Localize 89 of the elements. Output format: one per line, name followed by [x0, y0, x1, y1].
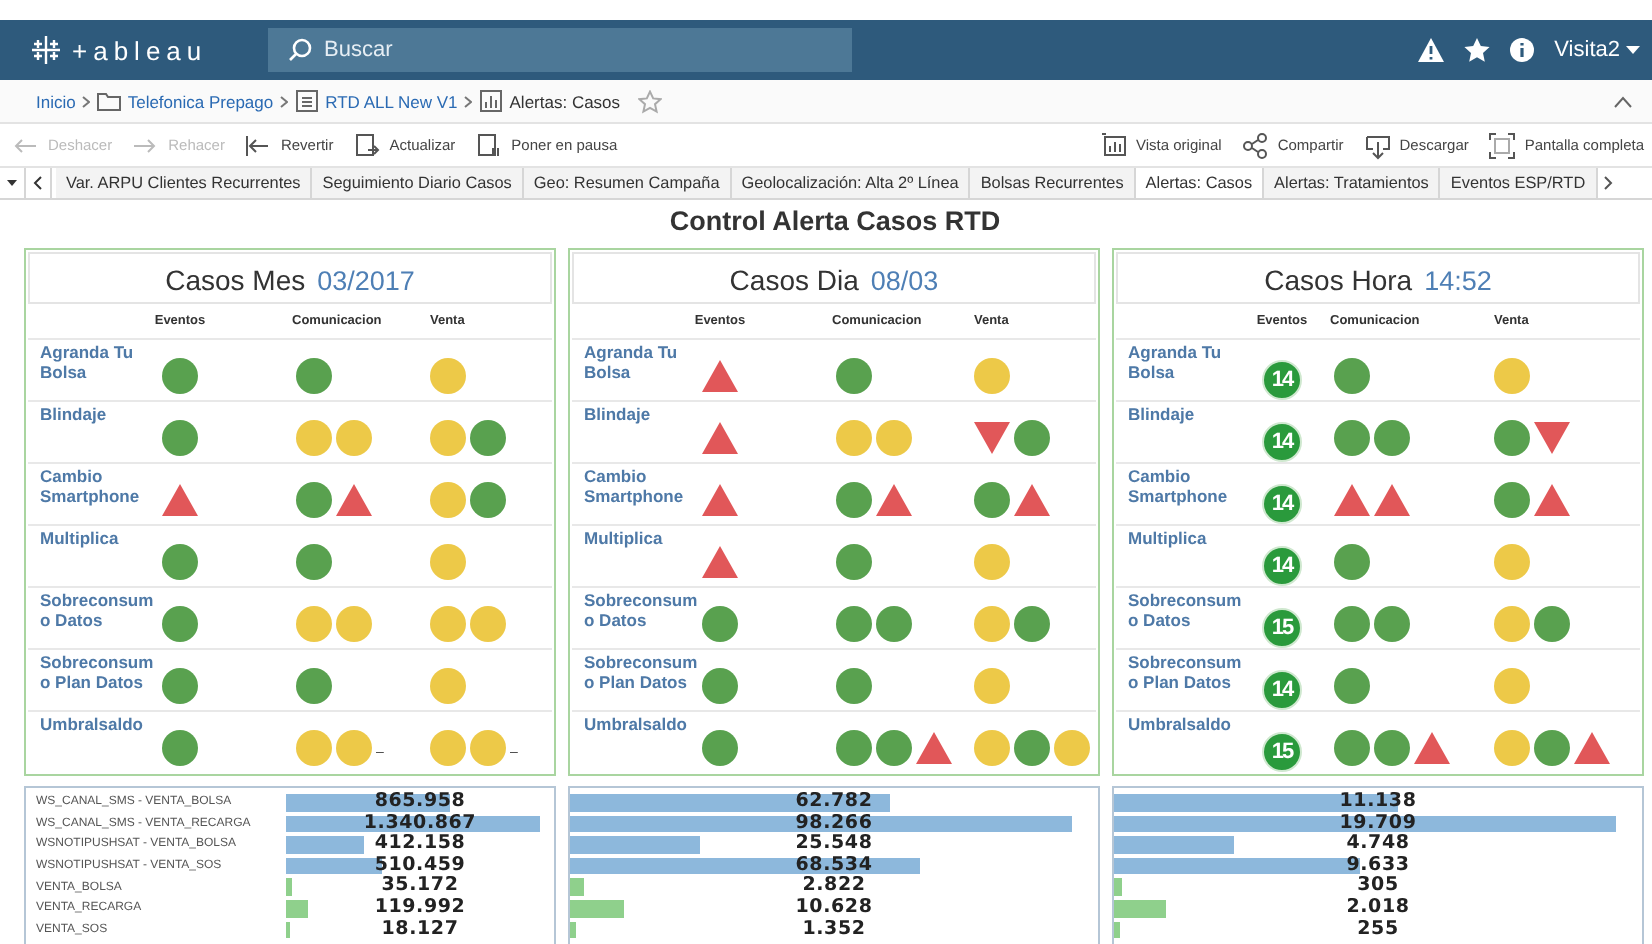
value-label: 412.158 — [374, 832, 466, 855]
sheet-tab[interactable]: Bolsas Recurrentes — [970, 168, 1136, 198]
row-label: Sobreconsumo Plan Datos — [584, 652, 698, 691]
value-label: 10.628 — [795, 895, 873, 918]
star-icon[interactable] — [1464, 38, 1491, 62]
hour-badge: 14 — [1262, 484, 1302, 524]
pause-icon — [475, 131, 504, 159]
hour-badge: 14 — [1262, 670, 1302, 710]
hour-badge: 14 — [1262, 546, 1302, 586]
value-label: 98.266 — [795, 811, 873, 834]
value-label: 18.127 — [381, 917, 459, 940]
row-label: Multiplica — [40, 528, 119, 548]
period-label: 14:52 — [1424, 264, 1492, 300]
value-label: 62.782 — [795, 790, 873, 812]
workbook-icon — [293, 88, 320, 114]
row-label: Sobreconsumo Datos — [584, 590, 698, 629]
value-label: 510.459 — [374, 853, 466, 876]
breadcrumb-link[interactable]: Telefonica Prepago — [127, 91, 274, 111]
sheet-tab[interactable]: Geolocalización: Alta 2º Línea — [731, 168, 971, 198]
refresh-icon — [353, 131, 382, 159]
value-label: 2.018 — [1346, 895, 1410, 918]
row-label: Umbralsaldo — [584, 714, 687, 734]
panel-title: Casos Dia — [729, 262, 859, 300]
row-label: Cambio Smartphone — [1128, 466, 1228, 505]
download-icon — [1363, 131, 1392, 159]
value-label: 25.548 — [795, 832, 873, 855]
value-label: 19.709 — [1339, 811, 1417, 834]
value-label: 1.352 — [802, 917, 866, 940]
panel-title: Casos Hora — [1264, 262, 1413, 300]
row-label: Blindaje — [1128, 404, 1195, 424]
row-label: Agranda Tu Bolsa — [1128, 342, 1222, 381]
value-label: 35.172 — [381, 874, 459, 897]
period-label: 08/03 — [870, 264, 939, 300]
row-label: Sobreconsumo Datos — [1128, 590, 1242, 629]
row-label: Agranda Tu Bolsa — [40, 342, 134, 381]
value-label: 305 — [1357, 874, 1399, 897]
hour-badge: 15 — [1262, 608, 1302, 648]
share-icon — [1241, 131, 1270, 159]
search-field[interactable]: Buscar — [268, 28, 852, 72]
value-label: 2.822 — [802, 874, 866, 897]
value-label: 68.534 — [795, 853, 873, 876]
hour-badge: 14 — [1262, 360, 1302, 400]
folder-icon — [95, 88, 122, 114]
sheet-tab[interactable]: Seguimiento Diario Casos — [312, 168, 524, 198]
row-label: Cambio Smartphone — [584, 466, 684, 505]
warning-icon[interactable] — [1418, 38, 1445, 62]
breadcrumb-current: Alertas: Casos — [509, 91, 621, 111]
logo-icon — [28, 32, 64, 68]
user-menu[interactable]: Visita2 — [1554, 38, 1620, 62]
row-label: Sobreconsumo Plan Datos — [40, 652, 154, 691]
chevron-icon — [279, 95, 288, 107]
row-label: Blindaje — [40, 404, 107, 424]
chart-view-icon — [1100, 131, 1129, 159]
caret-icon[interactable] — [1626, 45, 1640, 55]
logo-wordmark: +ableau — [72, 35, 208, 65]
row-label: Cambio Smartphone — [40, 466, 140, 505]
sheet-tab[interactable]: Geo: Resumen Campaña — [523, 168, 732, 198]
row-label: Multiplica — [584, 528, 663, 548]
hour-badge: 14 — [1262, 422, 1302, 462]
value-label: 4.748 — [1346, 832, 1410, 855]
sheet-tab[interactable]: Alertas: Tratamientos — [1264, 168, 1441, 198]
info-icon[interactable] — [1510, 38, 1535, 62]
value-label: 1.340.867 — [363, 811, 477, 834]
collapse-icon[interactable] — [1614, 95, 1632, 107]
sheet-tab[interactable]: Eventos ESP/RTD — [1440, 168, 1598, 198]
chart-sheet-icon — [477, 88, 504, 114]
period-label: 03/2017 — [317, 264, 415, 300]
dashboard-title: Control Alerta Casos RTD — [669, 206, 1001, 236]
row-label: Umbralsaldo — [1128, 714, 1231, 734]
panel-title: Casos Mes — [165, 262, 306, 300]
row-label: Agranda Tu Bolsa — [584, 342, 678, 381]
chevron-icon — [463, 95, 472, 107]
chevron-icon — [81, 95, 90, 107]
hour-badge: 15 — [1262, 732, 1302, 772]
row-label: Sobreconsumo Plan Datos — [1128, 652, 1242, 691]
search-icon — [288, 38, 312, 62]
row-label: Multiplica — [1128, 528, 1207, 548]
value-label: 119.992 — [374, 895, 466, 918]
breadcrumb-link[interactable]: Inicio — [36, 91, 76, 111]
value-label: 9.633 — [1346, 853, 1410, 876]
value-label: 255 — [1357, 917, 1399, 940]
breadcrumb-link[interactable]: RTD ALL New V1 — [325, 91, 458, 111]
sheet-tab[interactable]: Var. ARPU Clientes Recurrentes — [56, 168, 313, 198]
row-label: Umbralsaldo — [40, 714, 143, 734]
row-label: Blindaje — [584, 404, 651, 424]
row-label: Sobreconsumo Datos — [40, 590, 154, 629]
star-icon[interactable] — [638, 89, 663, 113]
revert-icon — [244, 131, 273, 159]
fullscreen-icon — [1488, 131, 1517, 159]
